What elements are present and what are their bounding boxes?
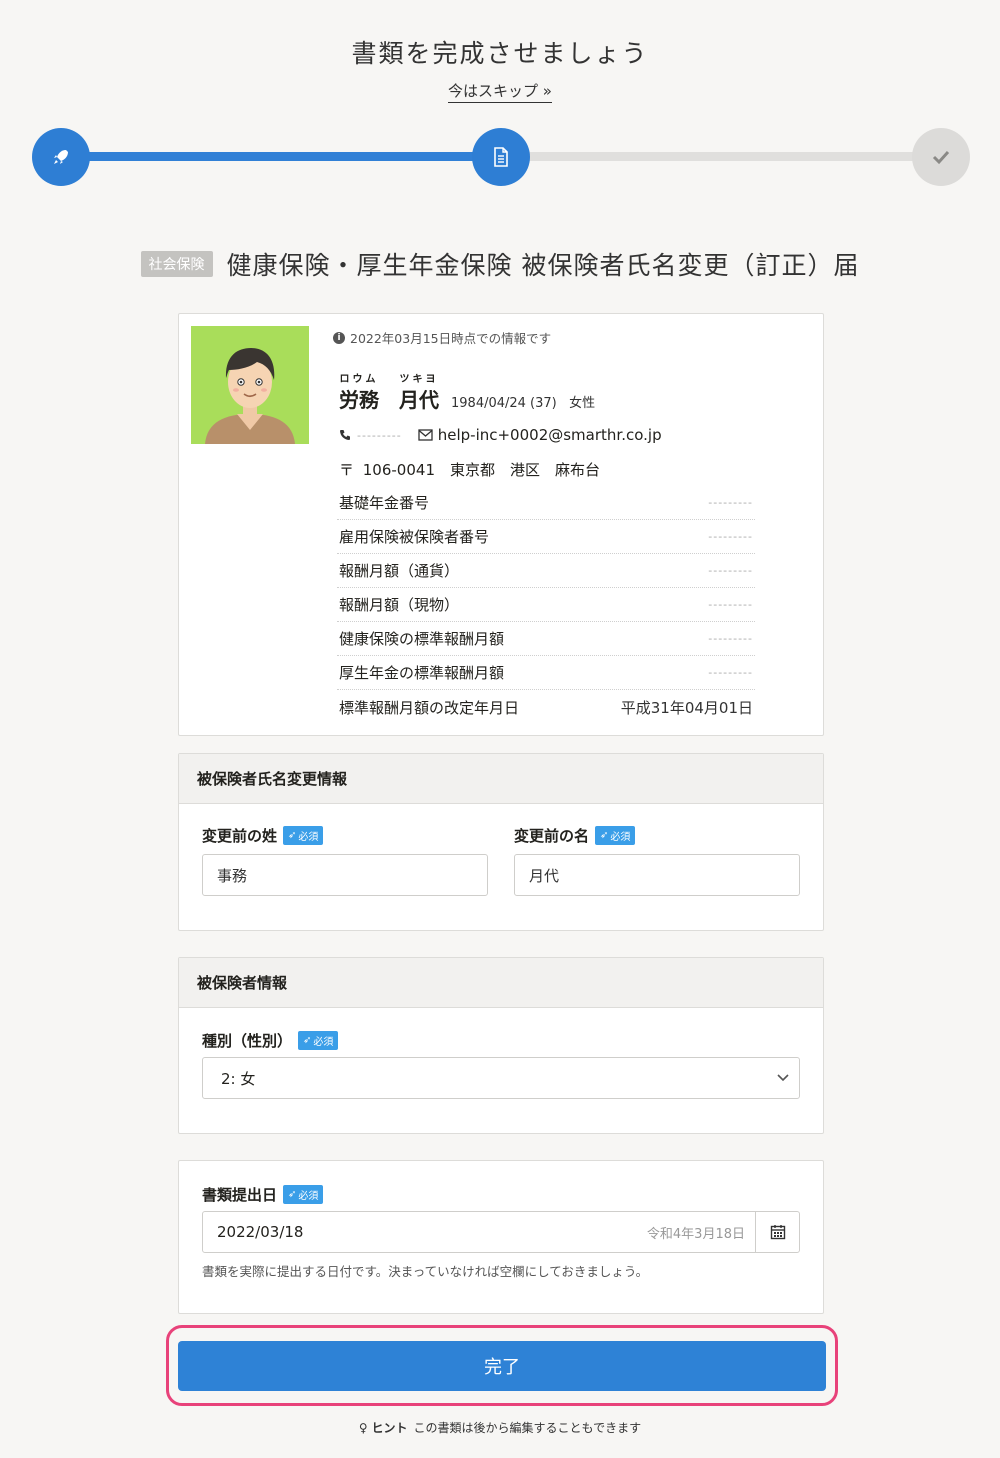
lightbulb-icon: ♀	[358, 1421, 368, 1435]
avatar	[191, 326, 309, 444]
address: 〒 106-0041 東京都 港区 麻布台	[339, 461, 600, 479]
info-icon: i	[333, 331, 345, 344]
complete-button[interactable]: 完了	[178, 1341, 826, 1391]
mail-icon	[418, 429, 433, 441]
calendar-icon	[770, 1225, 785, 1240]
name-change-section: 被保険者氏名変更情報 変更前の姓 ➶必須 変更前の名 ➶必須	[178, 753, 824, 931]
page-title: 書類を完成させましょう	[351, 39, 649, 68]
section-title: 被保険者氏名変更情報	[179, 754, 823, 804]
document-icon	[494, 147, 508, 167]
employee-profile-card: i 2022年03月15日時点での情報です ロウム 労務 ツキヨ 月代 1984…	[178, 313, 824, 736]
avatar-illustration	[191, 326, 309, 444]
birth-date-age: 1984/04/24 (37)	[451, 396, 557, 411]
required-badge: ➶ 必須	[595, 826, 636, 845]
employee-fields: 基礎年金番号 --------- 雇用保険被保険者番号 --------- 報酬…	[337, 486, 755, 724]
phone-number: ---------	[357, 428, 402, 442]
submission-date-input[interactable]: 2022/03/18	[203, 1212, 647, 1252]
phone-icon	[340, 430, 350, 440]
previous-first-name-input[interactable]	[514, 854, 800, 896]
last-name-kana: ロウム	[339, 374, 379, 385]
previous-last-name-input[interactable]	[202, 854, 488, 896]
gender: 女性	[569, 396, 596, 411]
list-item: 雇用保険被保険者番号 ---------	[337, 520, 755, 554]
insured-type-select[interactable]: 2: 女	[202, 1057, 800, 1099]
step-progress-line-done	[61, 152, 501, 161]
submission-date-field: 2022/03/18 令和4年3月18日	[202, 1211, 800, 1253]
submission-date-section: 書類提出日 ➶ 必須 2022/03/18 令和4年3月18日 書類を実際に提出す…	[178, 1160, 824, 1314]
insured-type-value: 2: 女	[221, 1069, 256, 1088]
required-badge: ➶ 必須	[283, 826, 324, 845]
list-item: 厚生年金の標準報酬月額 ---------	[337, 656, 755, 690]
list-item: 報酬月額（現物） ---------	[337, 588, 755, 622]
list-item: 健康保険の標準報酬月額 ---------	[337, 622, 755, 656]
rocket-icon	[54, 150, 68, 164]
list-item: 報酬月額（通貨） ---------	[337, 554, 755, 588]
section-title: 被保険者情報	[179, 958, 823, 1008]
email-address: help-inc+0002@smarthr.co.jp	[437, 426, 662, 444]
hint-label: ヒント	[371, 1421, 408, 1435]
list-item: 基礎年金番号 ---------	[337, 486, 755, 520]
japanese-era-date: 令和4年3月18日	[646, 1226, 745, 1242]
hint-text: この書類は後から編集することもできます	[413, 1421, 642, 1435]
step-progress-line-todo	[501, 152, 941, 161]
form-heading: 社会保険 健康保険・厚生年金保険 被保険者氏名変更（訂正）届	[0, 246, 1000, 282]
progress-stepper	[32, 128, 970, 186]
insured-type-label: 種別（性別）	[202, 1032, 293, 1050]
previous-last-name-label: 変更前の姓	[202, 827, 278, 845]
skip-link-label: 今はスキップ	[448, 82, 539, 100]
list-item: 標準報酬月額の改定年月日 平成31年04月01日	[339, 698, 753, 717]
chevron-down-icon	[777, 1074, 789, 1082]
send-icon: ➶	[288, 1189, 297, 1200]
calendar-button[interactable]	[755, 1212, 799, 1252]
info-note-text: 2022年03月15日時点での情報です	[350, 331, 552, 346]
contact-row: --------- help-inc+0002@smarthr.co.jp	[339, 426, 662, 444]
check-icon	[932, 150, 950, 165]
employee-name: ロウム 労務 ツキヨ 月代 1984/04/24 (37) 女性	[339, 372, 595, 413]
required-badge: ➶ 必須	[283, 1185, 324, 1204]
submission-date-help: 書類を実際に提出する日付です。決まっていなければ空欄にしておきましょう。	[202, 1264, 649, 1279]
info-note: i 2022年03月15日時点での情報です	[333, 328, 551, 347]
send-icon: ➶	[600, 830, 609, 841]
send-icon: ➶	[288, 830, 297, 841]
submission-date-label: 書類提出日	[202, 1186, 278, 1204]
previous-first-name-label: 変更前の名	[514, 827, 590, 845]
form-title: 健康保険・厚生年金保険 被保険者氏名変更（訂正）届	[226, 251, 860, 280]
hint: ♀ ヒント この書類は後から編集することもできます	[0, 1419, 1000, 1436]
complete-button-highlight: 完了	[166, 1325, 838, 1406]
required-badge: ➶ 必須	[298, 1031, 339, 1050]
insured-info-section: 被保険者情報 種別（性別） ➶ 必須 2: 女	[178, 957, 824, 1134]
first-name-kana: ツキヨ	[399, 374, 439, 385]
skip-link[interactable]: 今はスキップ »	[448, 82, 552, 103]
double-chevron-right-icon: »	[542, 82, 552, 100]
send-icon: ➶	[303, 1035, 312, 1046]
step-start	[32, 128, 90, 186]
step-complete	[912, 128, 970, 186]
step-document	[472, 128, 530, 186]
category-badge: 社会保険	[140, 251, 213, 277]
